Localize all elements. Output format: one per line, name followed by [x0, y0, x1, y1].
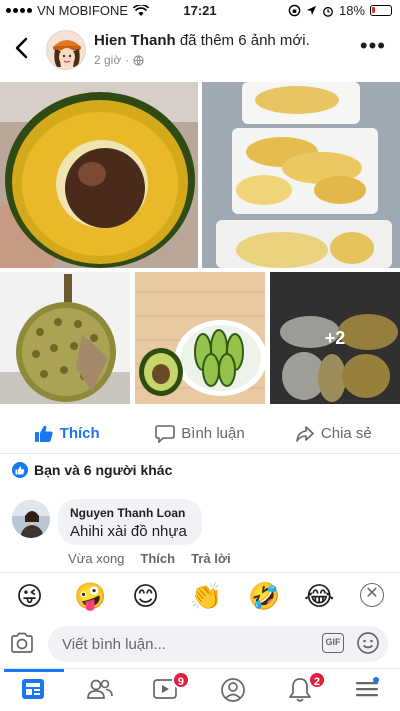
like-label: Thích: [59, 425, 100, 442]
share-button[interactable]: Chia sẻ: [267, 414, 400, 453]
photo-durian-boxes[interactable]: [202, 82, 400, 268]
reactions-summary-text: Bạn và 6 người khác: [34, 462, 173, 478]
emoji-rolling-laughing[interactable]: 🤣: [248, 581, 280, 611]
watch-badge: 9: [171, 671, 190, 689]
emoji-zany-face[interactable]: 🤪: [74, 581, 106, 611]
battery-icon: [370, 5, 392, 16]
camera-button[interactable]: [10, 632, 34, 656]
close-icon: ✕: [365, 585, 379, 602]
alarm-icon: [323, 6, 333, 17]
photo-more-durian[interactable]: +2: [270, 272, 400, 404]
comment-reply-button[interactable]: Trả lời: [191, 551, 231, 566]
share-arrow-icon: [296, 425, 314, 442]
like-button[interactable]: Thích: [0, 414, 133, 453]
more-photos-count: +2: [324, 327, 346, 348]
close-emoji-bar-button[interactable]: ✕: [360, 583, 384, 607]
post-time[interactable]: 2 giờ: [94, 53, 121, 67]
rotation-lock-icon: [288, 4, 301, 17]
comment-author[interactable]: Nguyen Thanh Loan: [70, 506, 190, 520]
comment-like-button[interactable]: Thích: [140, 551, 175, 566]
more-dots-icon: •••: [359, 33, 386, 58]
photo-avocado-half[interactable]: [0, 82, 198, 268]
tab-profile[interactable]: [220, 677, 248, 703]
battery-percent: 18%: [338, 3, 365, 18]
emoji-tears-of-joy[interactable]: 😂: [304, 581, 334, 611]
like-reaction-icon: [12, 462, 28, 478]
tab-notifications[interactable]: 2: [288, 671, 326, 703]
tab-news-feed[interactable]: [20, 677, 48, 703]
gif-button[interactable]: GIF: [322, 633, 344, 653]
commenter-avatar[interactable]: [12, 500, 50, 538]
notifications-badge: 2: [307, 671, 326, 689]
comment-text: Ahihi xài đồ nhựa: [70, 523, 187, 540]
tab-menu[interactable]: [354, 677, 382, 703]
friends-icon: [87, 679, 113, 699]
chevron-left-icon: [15, 37, 28, 59]
sticker-button[interactable]: [356, 631, 380, 655]
author-name[interactable]: Hien Thanh: [94, 32, 176, 49]
post-actions: Thích Bình luận Chia sẻ: [0, 414, 400, 454]
comment-time: Vừa xong: [68, 551, 125, 566]
emoji-smiling-face[interactable]: 😊: [132, 581, 162, 611]
comment-meta: Vừa xong Thích Trả lời: [68, 551, 231, 566]
comment-button[interactable]: Bình luận: [133, 414, 266, 453]
tab-watch[interactable]: 9: [152, 671, 190, 703]
comment-bubble-icon: [155, 424, 176, 443]
hamburger-menu-icon: [356, 677, 379, 697]
camera-icon: [11, 632, 33, 653]
more-options-button[interactable]: •••: [360, 35, 386, 57]
tab-friends[interactable]: [86, 677, 114, 703]
bottom-tab-bar: 9 2: [0, 668, 400, 711]
active-tab-indicator: [4, 669, 64, 672]
author-avatar[interactable]: [46, 30, 86, 70]
emoji-winking-tongue[interactable]: 😜: [16, 581, 46, 611]
quick-emoji-bar: 😜 🤪 😊 👏 🤣 😂 ✕: [0, 572, 400, 616]
share-label: Chia sẻ: [320, 425, 372, 442]
photo-avocado-slices[interactable]: [135, 272, 265, 404]
profile-icon: [221, 678, 245, 702]
status-bar: VN MOBIFONE 17:21 18%: [0, 0, 400, 20]
comment-bubble[interactable]: Nguyen Thanh Loan Ahihi xài đồ nhựa: [58, 499, 202, 545]
thumbs-up-icon: [34, 425, 53, 442]
comment-label: Bình luận: [181, 425, 245, 442]
news-feed-icon: [22, 679, 44, 699]
post-action-text: đã thêm 6 ảnh mới.: [179, 32, 310, 49]
location-icon: [306, 5, 317, 16]
globe-icon: [133, 54, 144, 66]
post-header: Hien Thanh đã thêm 6 ảnh mới. 2 giờ · ••…: [0, 22, 400, 78]
more-photos-overlay[interactable]: +2: [270, 272, 400, 404]
smiley-icon: [357, 632, 379, 654]
reactions-summary[interactable]: Bạn và 6 người khác: [12, 462, 172, 478]
photo-whole-durian[interactable]: [0, 272, 130, 404]
emoji-clapping-hands[interactable]: 👏: [190, 581, 222, 611]
comment-composer: GIF: [0, 620, 400, 668]
back-button[interactable]: [12, 36, 36, 64]
